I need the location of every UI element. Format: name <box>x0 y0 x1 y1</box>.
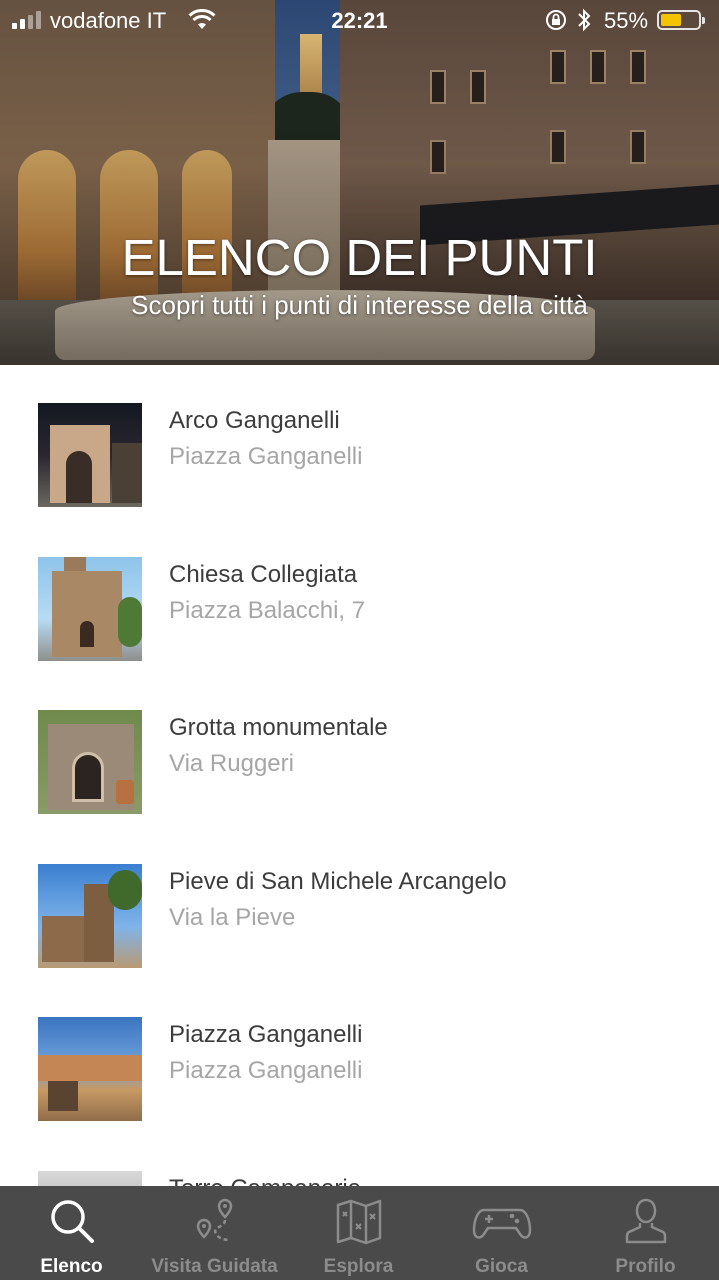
status-bar: vodafone IT 22:21 55% <box>0 0 719 40</box>
item-title: Grotta monumentale <box>169 714 388 741</box>
item-address: Piazza Ganganelli <box>169 1057 363 1084</box>
tab-label: Esplora <box>323 1256 394 1277</box>
battery-icon <box>657 10 705 30</box>
item-address: Via Ruggeri <box>169 750 294 777</box>
list-item[interactable]: Pieve di San Michele Arcangelo Via la Pi… <box>0 826 719 980</box>
rotation-lock-icon <box>544 8 568 38</box>
item-title: Arco Ganganelli <box>169 407 340 434</box>
user-icon <box>574 1196 717 1246</box>
item-thumbnail <box>38 864 142 968</box>
list-item[interactable]: Grotta monumentale Via Ruggeri <box>0 672 719 826</box>
tab-label: Profilo <box>615 1256 676 1277</box>
list-item[interactable]: Torre Campanaria <box>0 1133 719 1186</box>
item-title: Chiesa Collegiata <box>169 561 358 588</box>
list-item[interactable]: Piazza Ganganelli Piazza Ganganelli <box>0 979 719 1133</box>
list-item[interactable]: Arco Ganganelli Piazza Ganganelli <box>0 365 719 519</box>
item-address: Piazza Balacchi, 7 <box>169 597 366 624</box>
tab-esplora[interactable]: Esplora <box>287 1186 430 1280</box>
tab-bar: Elenco Visita Guidata Esplora Gioca Prof… <box>0 1186 719 1280</box>
tab-elenco[interactable]: Elenco <box>0 1186 143 1280</box>
item-thumbnail <box>38 557 142 661</box>
points-list[interactable]: Arco Ganganelli Piazza Ganganelli Chiesa… <box>0 365 719 1186</box>
hero-banner: ELENCO DEI PUNTI Scopri tutti i punti di… <box>0 0 719 365</box>
battery-level <box>661 14 681 26</box>
item-address: Via la Pieve <box>169 904 296 931</box>
page-subtitle: Scopri tutti i punti di interesse della … <box>131 290 588 320</box>
tab-label: Elenco <box>40 1256 103 1277</box>
tab-profilo[interactable]: Profilo <box>574 1186 717 1280</box>
gamepad-icon <box>430 1196 573 1246</box>
page-title: ELENCO DEI PUNTI <box>121 229 598 286</box>
battery-percent: 55% <box>604 8 649 33</box>
tab-label: Visita Guidata <box>151 1256 278 1277</box>
item-title: Pieve di San Michele Arcangelo <box>169 868 507 895</box>
item-thumbnail <box>38 403 142 507</box>
search-icon <box>0 1196 143 1246</box>
tab-visita-guidata[interactable]: Visita Guidata <box>143 1186 286 1280</box>
item-title: Piazza Ganganelli <box>169 1021 363 1048</box>
list-item[interactable]: Chiesa Collegiata Piazza Balacchi, 7 <box>0 519 719 673</box>
item-address: Piazza Ganganelli <box>169 443 363 470</box>
route-pin-icon <box>143 1196 286 1246</box>
item-title: Torre Campanaria <box>169 1175 361 1186</box>
tab-gioca[interactable]: Gioca <box>430 1186 573 1280</box>
item-thumbnail <box>38 1171 142 1186</box>
tab-label: Gioca <box>475 1256 528 1277</box>
bluetooth-icon <box>576 7 592 39</box>
map-icon <box>287 1196 430 1246</box>
item-thumbnail <box>38 1017 142 1121</box>
item-thumbnail <box>38 710 142 814</box>
